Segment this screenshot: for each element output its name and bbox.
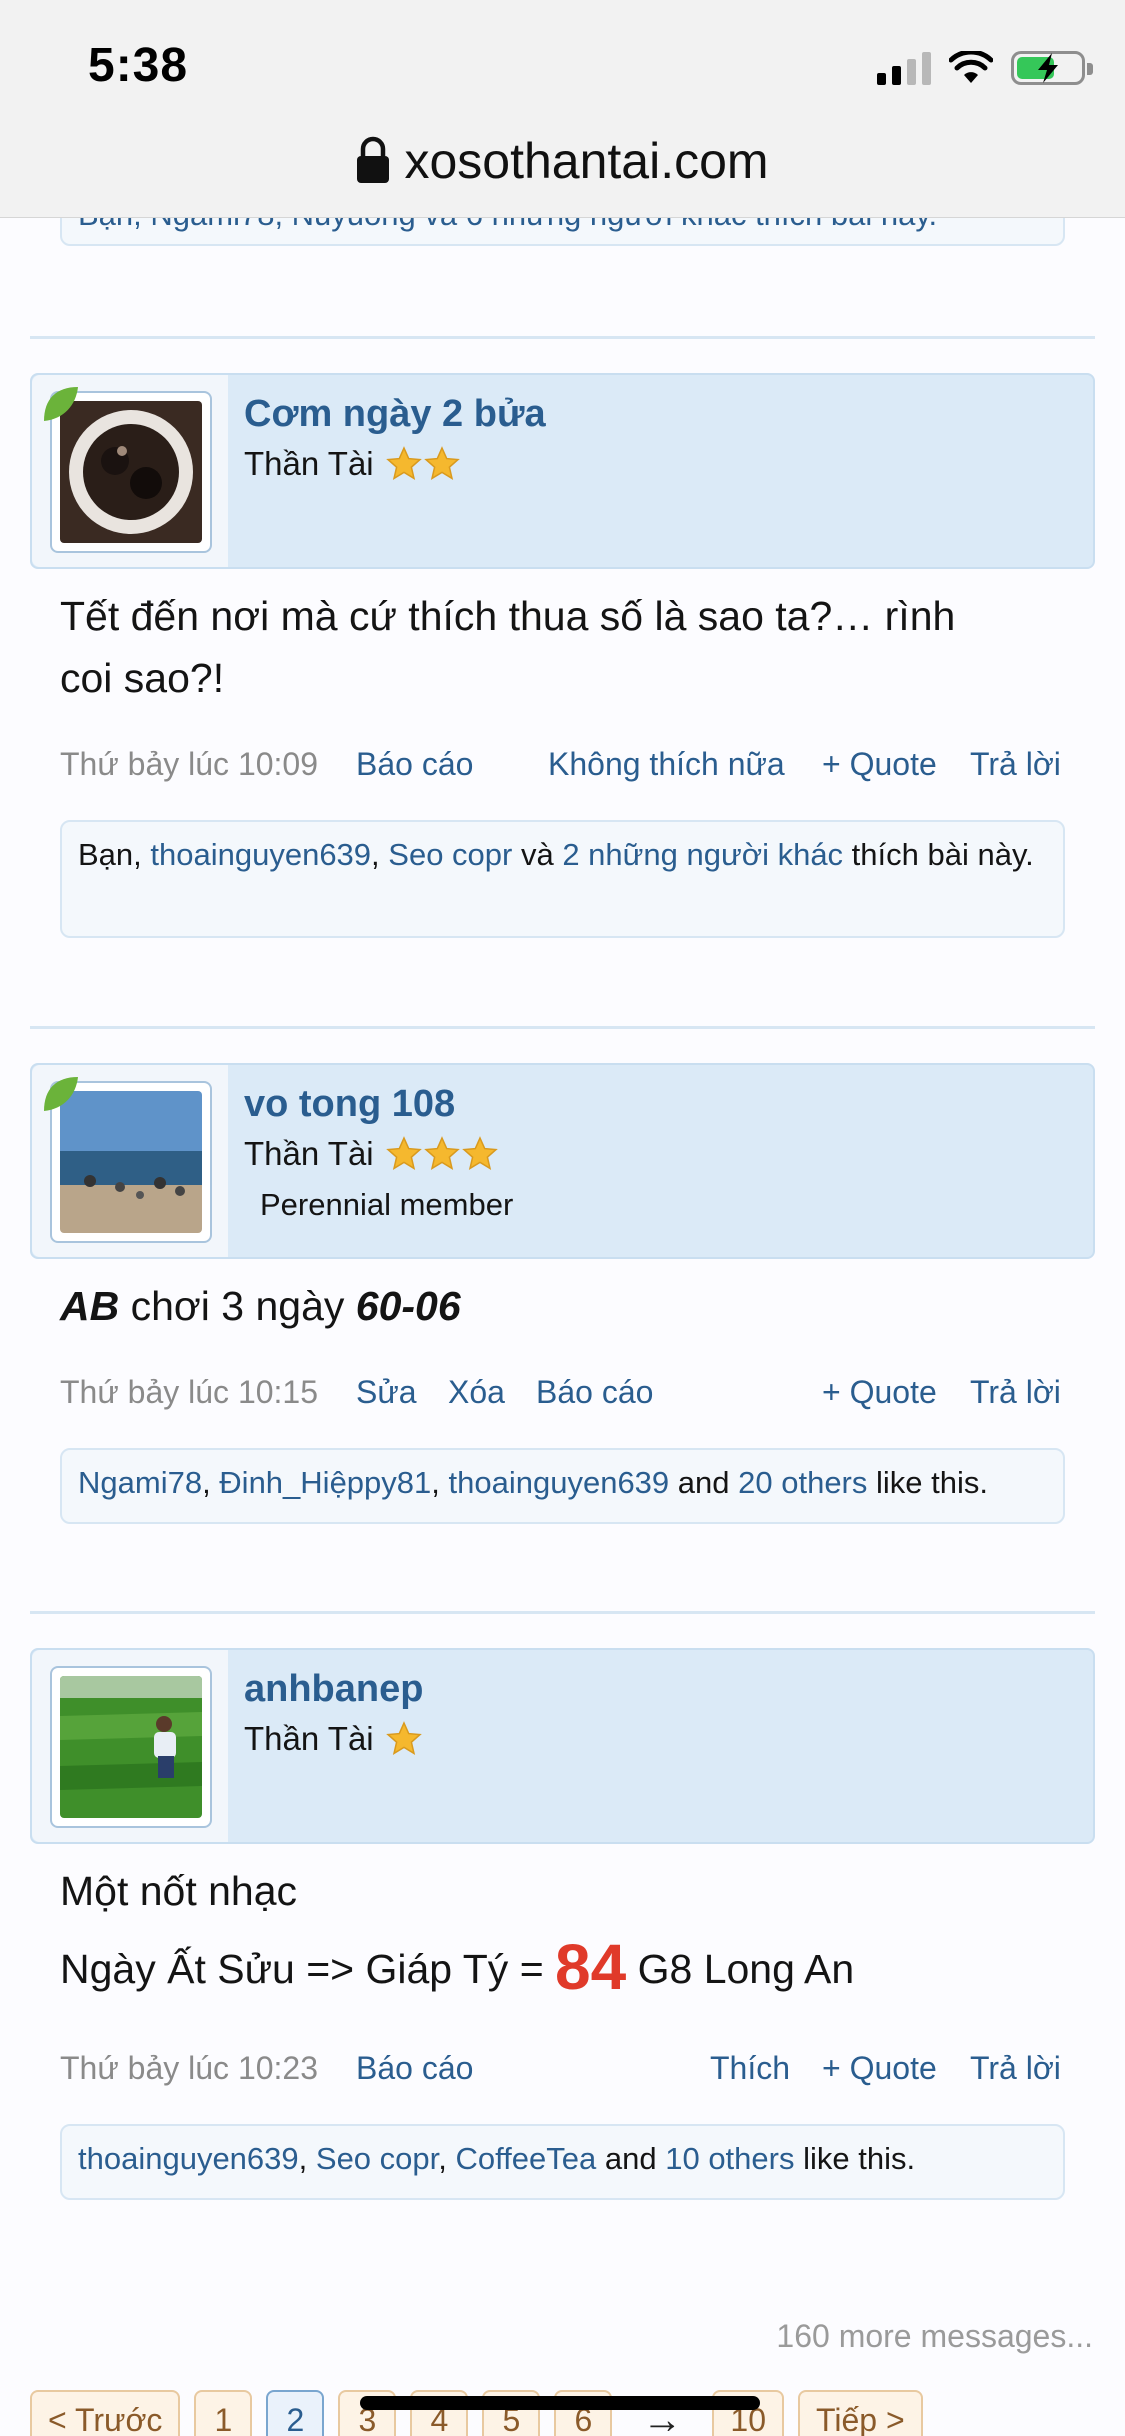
likes-summary: Ngami78, Đinh_Hiệppy81, thoainguyen639 a… bbox=[60, 1448, 1065, 1524]
quote-link[interactable]: + Quote bbox=[822, 2050, 937, 2087]
next-page-button[interactable]: Tiếp > bbox=[798, 2390, 923, 2436]
home-indicator[interactable] bbox=[360, 2396, 760, 2410]
star-icon bbox=[423, 1136, 460, 1170]
star-icon bbox=[423, 446, 460, 480]
post-date[interactable]: Thứ bảy lúc 10:15 bbox=[60, 1374, 318, 1411]
thread-content: Bạn, Ngami78, Nuyuong và 6 những người k… bbox=[0, 218, 1125, 2436]
page-button[interactable]: 1 bbox=[194, 2390, 253, 2436]
username-link[interactable]: Cơm ngày 2 bửa bbox=[244, 393, 546, 436]
quote-link[interactable]: + Quote bbox=[822, 746, 937, 783]
post-meta: Thứ bảy lúc 10:09 Báo cáo Không thích nữ… bbox=[60, 746, 1065, 790]
rank-stars bbox=[385, 1136, 498, 1172]
member-title: Perennial member bbox=[260, 1187, 514, 1222]
reply-link[interactable]: Trả lời bbox=[970, 1374, 1061, 1411]
address-bar[interactable]: xosothantai.com bbox=[0, 132, 1125, 190]
post-meta: Thứ bảy lúc 10:23 Báo cáo Thích + Quote … bbox=[60, 2050, 1065, 2094]
post-message: Tết đến nơi mà cứ thích thua số là sao t… bbox=[60, 593, 956, 701]
browser-chrome: 5:38 xosothantai.com bbox=[0, 0, 1125, 218]
post-divider bbox=[30, 1026, 1095, 1029]
report-link[interactable]: Báo cáo bbox=[356, 2050, 473, 2087]
unlike-link[interactable]: Không thích nữa bbox=[548, 746, 785, 783]
avatar[interactable] bbox=[50, 1666, 212, 1828]
username-link[interactable]: vo tong 108 bbox=[244, 1083, 455, 1126]
report-link[interactable]: Báo cáo bbox=[536, 1374, 653, 1411]
liker-link[interactable]: thoainguyen639 bbox=[150, 837, 371, 872]
post-date[interactable]: Thứ bảy lúc 10:09 bbox=[60, 746, 318, 783]
user-title: Thần Tài bbox=[244, 445, 460, 483]
status-icons bbox=[877, 48, 1093, 88]
username-link[interactable]: anhbanep bbox=[244, 1668, 423, 1711]
avatar-image-beach bbox=[60, 1091, 202, 1233]
reply-link[interactable]: Trả lời bbox=[970, 746, 1061, 783]
avatar-image-ricefield bbox=[60, 1676, 202, 1818]
likes-summary: thoainguyen639, Seo copr, CoffeeTea and … bbox=[60, 2124, 1065, 2200]
likes-summary-previous: Bạn, Ngami78, Nuyuong và 6 những người k… bbox=[60, 218, 1065, 246]
liker-link[interactable]: thoainguyen639 bbox=[449, 1465, 670, 1500]
likes-summary: Bạn, thoainguyen639, Seo copr và 2 những… bbox=[60, 820, 1065, 938]
user-title: Thần Tài bbox=[244, 1720, 422, 1758]
others-link[interactable]: 2 những người khác bbox=[562, 837, 843, 872]
more-messages-link[interactable]: 160 more messages... bbox=[776, 2318, 1093, 2355]
avatar-image-jelly bbox=[60, 401, 202, 543]
post-meta: Thứ bảy lúc 10:15 Sửa Xóa Báo cáo + Quot… bbox=[60, 1374, 1065, 1418]
page-button-current[interactable]: 2 bbox=[266, 2390, 325, 2436]
highlight-number: 84 bbox=[555, 1931, 627, 2003]
post-divider bbox=[30, 1611, 1095, 1614]
star-icon bbox=[385, 1721, 422, 1755]
liker-link[interactable]: Đinh_Hiệppy81 bbox=[219, 1465, 431, 1500]
delete-link[interactable]: Xóa bbox=[448, 1374, 505, 1411]
status-time: 5:38 bbox=[88, 39, 189, 92]
post-author-block: anhbanep Thần Tài bbox=[30, 1648, 1095, 1844]
post-date[interactable]: Thứ bảy lúc 10:23 bbox=[60, 2050, 318, 2087]
cellular-signal-icon bbox=[877, 51, 931, 85]
liker-link[interactable]: Seo copr bbox=[316, 2141, 438, 2176]
post-message: AB chơi 3 ngày 60-06 bbox=[60, 1283, 461, 1329]
leaf-icon bbox=[44, 387, 78, 421]
edit-link[interactable]: Sửa bbox=[356, 1374, 417, 1411]
user-title: Thần Tài bbox=[244, 1135, 498, 1173]
post-author-block: vo tong 108 Thần Tài Perennial member bbox=[30, 1063, 1095, 1259]
post-message: Một nốt nhạc Ngày Ất Sửu => Giáp Tý = 84… bbox=[60, 1868, 855, 2003]
liker-link[interactable]: Seo copr bbox=[388, 837, 512, 872]
post-divider bbox=[30, 336, 1095, 339]
star-icon bbox=[461, 1136, 498, 1170]
lock-icon bbox=[357, 136, 390, 183]
rank-stars bbox=[385, 446, 460, 482]
rank-stars bbox=[385, 1721, 422, 1757]
liker-link[interactable]: thoainguyen639 bbox=[78, 2141, 299, 2176]
leaf-icon bbox=[44, 1077, 78, 1111]
liker-link[interactable]: CoffeeTea bbox=[456, 2141, 597, 2176]
wifi-icon bbox=[949, 51, 993, 83]
post-author-block: Cơm ngày 2 bửa Thần Tài bbox=[30, 373, 1095, 569]
reply-link[interactable]: Trả lời bbox=[970, 2050, 1061, 2087]
like-link[interactable]: Thích bbox=[710, 2050, 790, 2087]
prev-page-button[interactable]: < Trước bbox=[30, 2390, 181, 2436]
battery-charging-icon bbox=[1011, 51, 1093, 85]
star-icon bbox=[385, 1136, 422, 1170]
star-icon bbox=[385, 446, 422, 480]
report-link[interactable]: Báo cáo bbox=[356, 746, 473, 783]
quote-link[interactable]: + Quote bbox=[822, 1374, 937, 1411]
others-link[interactable]: 10 others bbox=[665, 2141, 794, 2176]
url-text: xosothantai.com bbox=[404, 133, 769, 189]
liker-link[interactable]: Ngami78 bbox=[78, 1465, 202, 1500]
others-link[interactable]: 20 others bbox=[738, 1465, 867, 1500]
